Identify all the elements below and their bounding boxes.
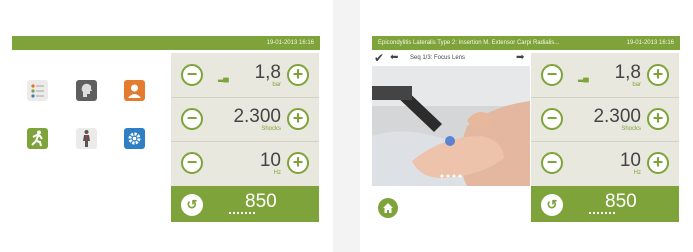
frequency-row: − 10 Hz + — [531, 141, 679, 185]
status-bar: 19-01-2013 16:16 — [12, 36, 320, 50]
shocks-unit: Shocks — [621, 126, 641, 132]
main-menu-screen: 19-01-2013 16:16 − ▂▄ 1,8 bar + − 2.300 … — [0, 0, 333, 252]
user-profile-icon[interactable] — [124, 80, 145, 101]
shock-counter: ↺ 850 — [171, 186, 319, 222]
next-arrow-icon[interactable]: ➡ — [516, 50, 524, 66]
shocks-unit: Shocks — [261, 126, 281, 132]
sequence-bar: ✔ ⬅ Seq 1/3: Focus Lens ➡ — [372, 50, 532, 66]
frequency-value: 10 — [259, 150, 281, 171]
timestamp: 19-01-2013 16:16 — [266, 40, 314, 46]
increase-frequency-button[interactable]: + — [647, 152, 669, 174]
pressure-row: − ▂▄ 1,8 bar + — [531, 53, 679, 98]
pressure-unit: bar — [632, 82, 641, 88]
decrease-shocks-button[interactable]: − — [181, 108, 203, 130]
frequency-unit: Hz — [273, 170, 281, 176]
counter-value: 850 — [605, 191, 637, 212]
pressure-value: 1,8 — [614, 62, 641, 83]
pressure-bars-icon: ▂▄ — [578, 73, 589, 82]
previous-arrow-icon[interactable]: ⬅ — [390, 50, 398, 66]
shocks-row: − 2.300 Shocks + — [531, 97, 679, 142]
home-button[interactable] — [378, 198, 398, 218]
frequency-row: − 10 Hz + — [171, 141, 319, 185]
increase-frequency-button[interactable]: + — [287, 152, 309, 174]
runner-icon[interactable] — [27, 128, 48, 149]
decrease-frequency-button[interactable]: − — [181, 152, 203, 174]
counter-value: 850 — [245, 191, 277, 212]
pressure-unit: bar — [272, 82, 281, 88]
shock-counter: ↺ 850 — [531, 186, 679, 222]
pressure-row: − ▂▄ 1,8 bar + — [171, 53, 319, 98]
treatment-photo — [372, 66, 530, 186]
counter-dots — [589, 212, 615, 216]
decrease-frequency-button[interactable]: − — [541, 152, 563, 174]
timestamp: 19-01-2013 16:16 — [626, 40, 674, 46]
decrease-shocks-button[interactable]: − — [541, 108, 563, 130]
treatment-screen: Epicondylitis Lateralis Type 2: Insertio… — [360, 0, 693, 252]
counter-dots — [229, 212, 255, 216]
checklist-icon[interactable] — [27, 80, 48, 101]
parameter-panel: − ▂▄ 1,8 bar + − 2.300 Shocks + − 10 Hz … — [171, 53, 319, 186]
frequency-unit: Hz — [633, 170, 641, 176]
checkmark-icon[interactable]: ✔ — [374, 50, 384, 66]
decrease-pressure-button[interactable]: − — [541, 64, 563, 86]
parameter-panel: − ▂▄ 1,8 bar + − 2.300 Shocks + − 10 Hz … — [531, 53, 679, 186]
pressure-value: 1,8 — [254, 62, 281, 83]
increase-shocks-button[interactable]: + — [287, 108, 309, 130]
shocks-value: 2.300 — [593, 106, 641, 127]
increase-pressure-button[interactable]: + — [647, 64, 669, 86]
status-bar: Epicondylitis Lateralis Type 2: Insertio… — [372, 36, 680, 50]
indication-title: Epicondylitis Lateralis Type 2: Insertio… — [378, 40, 560, 46]
shocks-value: 2.300 — [233, 106, 281, 127]
increase-shocks-button[interactable]: + — [647, 108, 669, 130]
pressure-bars-icon: ▂▄ — [218, 73, 229, 82]
sequence-label: Seq 1/3: Focus Lens — [410, 55, 466, 61]
home-icon — [383, 203, 393, 213]
shocks-row: − 2.300 Shocks + — [171, 97, 319, 142]
settings-icon[interactable] — [124, 128, 145, 149]
body-anatomy-icon[interactable] — [76, 128, 97, 149]
decrease-pressure-button[interactable]: − — [181, 64, 203, 86]
head-anatomy-icon[interactable] — [76, 80, 97, 101]
reset-counter-button[interactable]: ↺ — [541, 194, 563, 216]
increase-pressure-button[interactable]: + — [287, 64, 309, 86]
reset-counter-button[interactable]: ↺ — [181, 194, 203, 216]
frequency-value: 10 — [619, 150, 641, 171]
